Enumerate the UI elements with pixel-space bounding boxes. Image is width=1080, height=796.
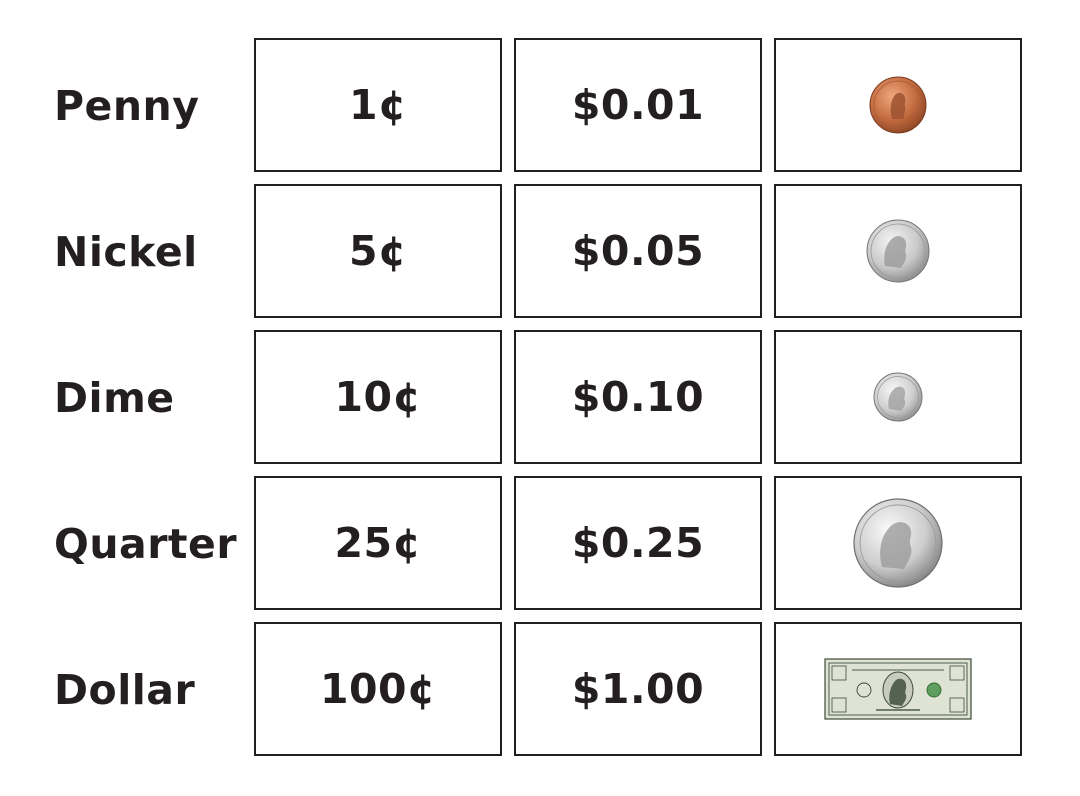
coin-name: Dime bbox=[54, 374, 175, 422]
dollars-value: $0.10 bbox=[571, 373, 705, 421]
cents-value: 25¢ bbox=[334, 519, 422, 567]
dollars-value: $1.00 bbox=[571, 665, 705, 713]
dime-coin-icon bbox=[872, 371, 924, 423]
dollars-cell: $0.01 bbox=[514, 38, 762, 172]
image-cell bbox=[774, 622, 1022, 756]
image-cell bbox=[774, 476, 1022, 610]
dollars-value: $0.01 bbox=[571, 81, 705, 129]
nickel-coin-icon bbox=[865, 218, 931, 284]
coin-row-penny: Penny 1¢ $0.01 bbox=[0, 38, 1080, 174]
cents-cell: 10¢ bbox=[254, 330, 502, 464]
dollars-cell: $0.05 bbox=[514, 184, 762, 318]
cents-cell: 1¢ bbox=[254, 38, 502, 172]
cents-cell: 5¢ bbox=[254, 184, 502, 318]
cents-cell: 100¢ bbox=[254, 622, 502, 756]
dollars-cell: $1.00 bbox=[514, 622, 762, 756]
dollars-value: $0.25 bbox=[571, 519, 705, 567]
dollars-value: $0.05 bbox=[571, 227, 705, 275]
coin-name: Dollar bbox=[54, 666, 196, 714]
image-cell bbox=[774, 38, 1022, 172]
dollars-cell: $0.10 bbox=[514, 330, 762, 464]
coin-row-dime: Dime 10¢ $0.10 bbox=[0, 330, 1080, 466]
cents-value: 5¢ bbox=[348, 227, 408, 275]
image-cell bbox=[774, 184, 1022, 318]
coin-row-nickel: Nickel 5¢ $0.05 bbox=[0, 184, 1080, 320]
penny-coin-icon bbox=[868, 75, 928, 135]
coin-row-dollar: Dollar 100¢ $1.00 bbox=[0, 622, 1080, 758]
coin-name: Nickel bbox=[54, 228, 198, 276]
cents-value: 10¢ bbox=[334, 373, 422, 421]
cents-value: 1¢ bbox=[348, 81, 408, 129]
coin-name: Quarter bbox=[54, 520, 238, 568]
dollar-bill-icon bbox=[824, 658, 972, 720]
image-cell bbox=[774, 330, 1022, 464]
quarter-coin-icon bbox=[852, 497, 944, 589]
dollars-cell: $0.25 bbox=[514, 476, 762, 610]
cents-value: 100¢ bbox=[319, 665, 437, 713]
coin-name: Penny bbox=[54, 82, 200, 130]
cents-cell: 25¢ bbox=[254, 476, 502, 610]
coin-row-quarter: Quarter 25¢ $0.25 bbox=[0, 476, 1080, 612]
